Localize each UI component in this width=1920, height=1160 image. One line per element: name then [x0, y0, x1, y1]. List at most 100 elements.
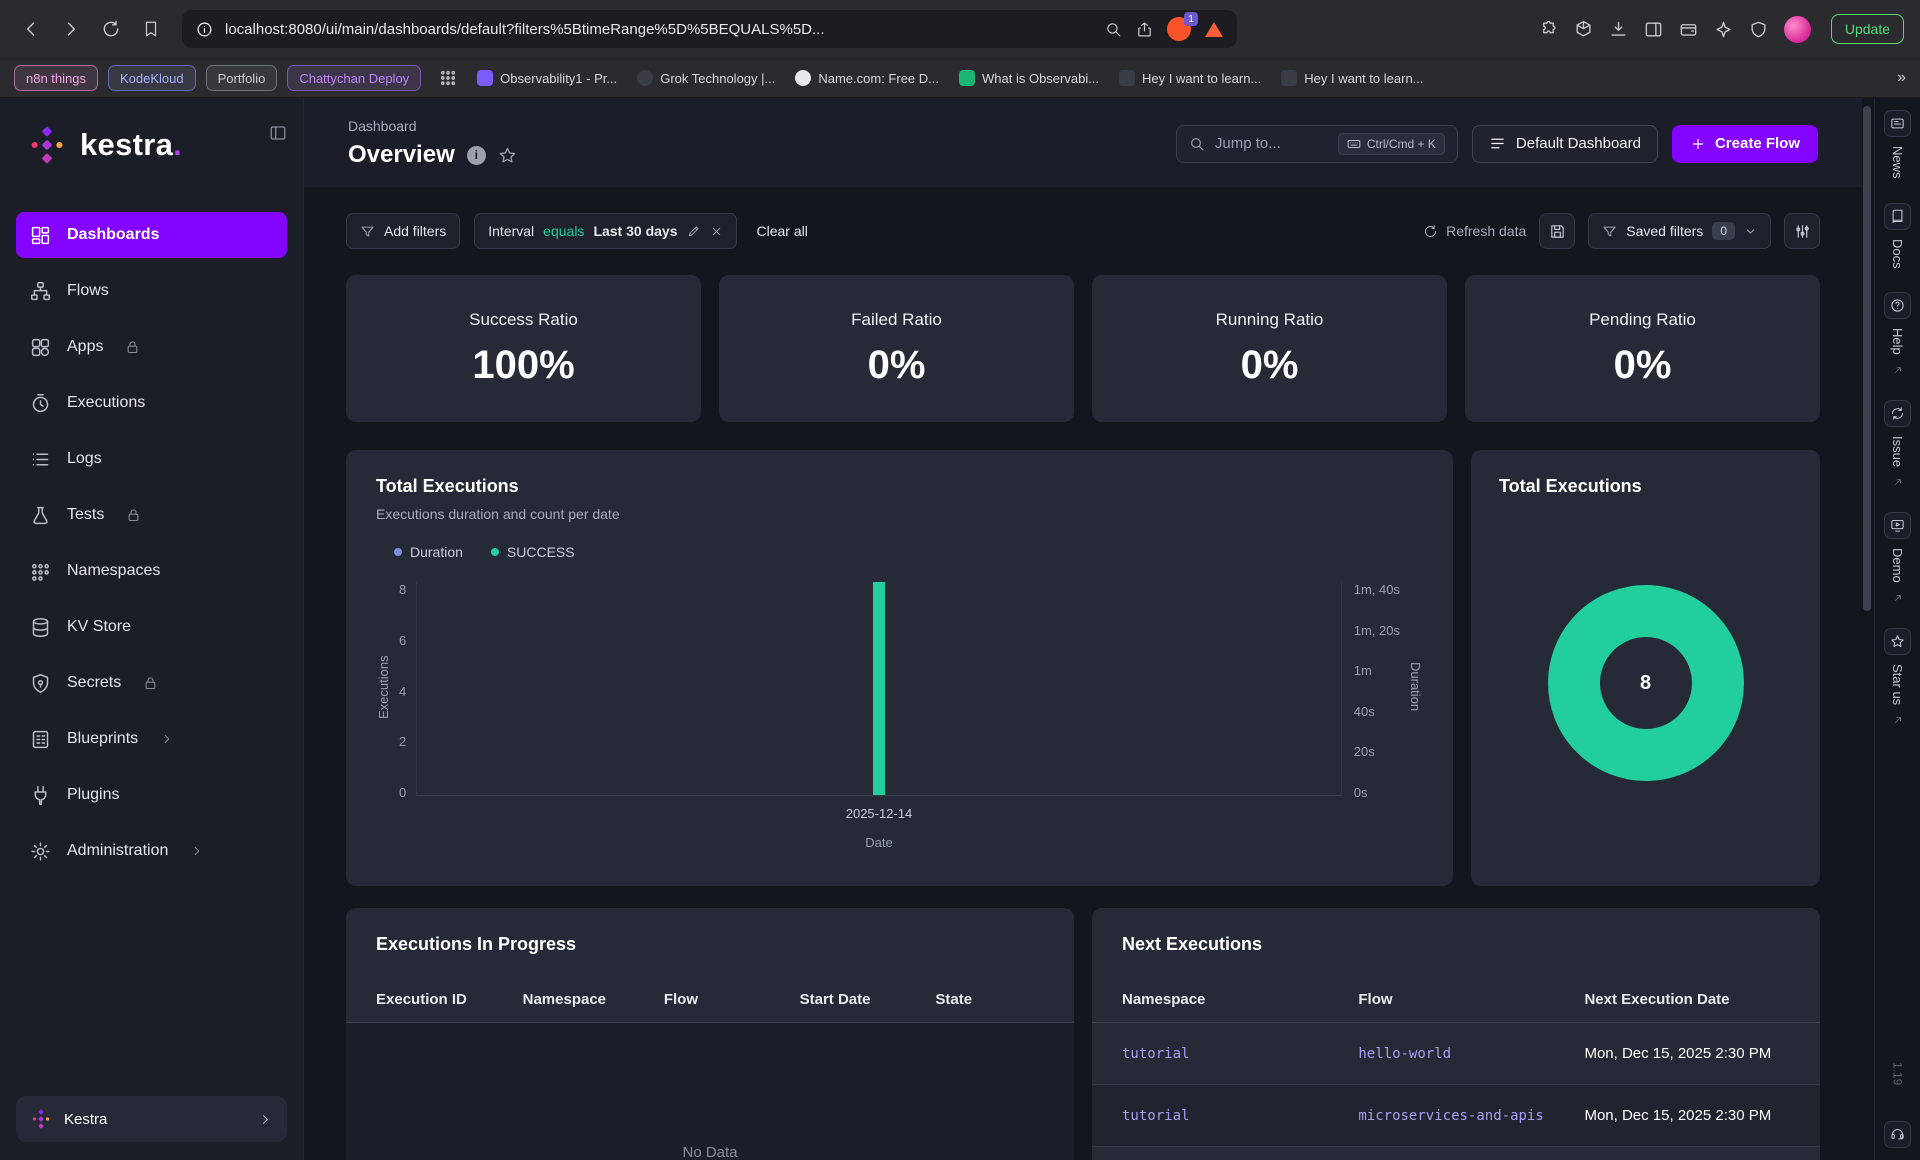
rail-item-help[interactable]: Help — [1884, 292, 1911, 376]
executions-donut[interactable]: 8 — [1548, 585, 1744, 781]
interval-filter-chip[interactable]: Interval equals Last 30 days — [474, 213, 736, 249]
extension-cube-icon[interactable] — [1574, 20, 1593, 39]
url-bar[interactable]: localhost:8080/ui/main/dashboards/defaul… — [182, 10, 1237, 48]
bookmark-item[interactable]: Hey I want to learn... — [1281, 70, 1423, 86]
flow-link[interactable]: hello-world — [1358, 1046, 1584, 1062]
bookmark-group-kodekloud[interactable]: KodeKloud — [108, 65, 196, 91]
tenant-label: Kestra — [64, 1111, 107, 1128]
sidebar-tenant-switcher[interactable]: Kestra — [16, 1096, 287, 1142]
favicon — [637, 70, 653, 86]
bookmarks-overflow-chevron[interactable]: » — [1897, 69, 1906, 87]
profile-avatar[interactable] — [1784, 16, 1811, 43]
sidebar-item-administration[interactable]: Administration — [16, 828, 287, 874]
donut-center-value: 8 — [1640, 672, 1651, 695]
sidebar-item-secrets[interactable]: Secrets — [16, 660, 287, 706]
namespace-link[interactable]: tutorial — [1122, 1046, 1358, 1062]
rail-item-star-us[interactable]: Star us — [1884, 628, 1911, 726]
sidebar-item-flows[interactable]: Flows — [16, 268, 287, 314]
sidebar-item-kvstore[interactable]: KV Store — [16, 604, 287, 650]
page-scrollbar[interactable] — [1862, 98, 1874, 1160]
default-dashboard-button[interactable]: Default Dashboard — [1472, 125, 1658, 163]
wallet-icon[interactable] — [1679, 20, 1698, 39]
docs-book-icon[interactable] — [1884, 203, 1911, 230]
rail-item-docs[interactable]: Docs — [1884, 203, 1911, 269]
sidebar-item-blueprints[interactable]: Blueprints — [16, 716, 287, 762]
shield-icon[interactable] — [1749, 20, 1768, 39]
downloads-icon[interactable] — [1609, 20, 1628, 39]
sidebar-item-logs[interactable]: Logs — [16, 436, 287, 482]
demo-play-icon[interactable] — [1884, 512, 1911, 539]
browser-update-button[interactable]: Update — [1831, 14, 1904, 44]
kpi-running-ratio: Running Ratio 0% — [1092, 275, 1447, 422]
save-dashboard-button[interactable] — [1539, 213, 1575, 249]
vercel-triangle-icon[interactable] — [1205, 22, 1223, 37]
create-flow-button[interactable]: Create Flow — [1672, 125, 1818, 163]
apps-grid-icon[interactable] — [439, 69, 457, 87]
kestra-logo-mark — [26, 124, 68, 166]
lock-icon — [126, 508, 141, 523]
scrollbar-thumb[interactable] — [1863, 106, 1871, 611]
add-filters-button[interactable]: Add filters — [346, 213, 460, 249]
table-row[interactable]: tutorial hello-world Mon, Dec 15, 2025 2… — [1092, 1023, 1820, 1085]
sidebar-collapse-icon[interactable] — [269, 124, 287, 142]
rail-item-news[interactable]: News — [1884, 110, 1911, 179]
sidebar-item-namespaces[interactable]: Namespaces — [16, 548, 287, 594]
share-icon[interactable] — [1136, 21, 1153, 38]
plot-area — [416, 582, 1342, 796]
rail-item-issue[interactable]: Issue — [1884, 400, 1911, 488]
bookmark-group-portfolio[interactable]: Portfolio — [206, 65, 278, 91]
bookmark-icon[interactable] — [136, 14, 166, 44]
star-icon[interactable] — [1884, 628, 1911, 655]
sidebar-item-executions[interactable]: Executions — [16, 380, 287, 426]
help-circle-icon[interactable] — [1884, 292, 1911, 319]
issue-sync-icon[interactable] — [1884, 400, 1911, 427]
sidebar-item-apps[interactable]: Apps — [16, 324, 287, 370]
logo-text: kestra — [80, 127, 173, 162]
external-link-icon — [1892, 592, 1904, 604]
version-label: 1.19 — [1891, 1062, 1905, 1085]
filter-bar: Add filters Interval equals Last 30 days… — [346, 213, 1820, 249]
saved-filters-button[interactable]: Saved filters 0 — [1588, 213, 1771, 249]
favicon — [1119, 70, 1135, 86]
search-icon[interactable] — [1105, 21, 1122, 38]
bookmark-item[interactable]: Name.com: Free D... — [795, 70, 939, 86]
extension-puzzle-icon[interactable] — [1539, 20, 1558, 39]
sidebar-panel-icon[interactable] — [1644, 20, 1663, 39]
back-button[interactable] — [16, 14, 46, 44]
jump-to-search[interactable]: Jump to... Ctrl/Cmd + K — [1176, 125, 1458, 163]
refresh-data-button[interactable]: Refresh data — [1423, 223, 1526, 239]
sidebar-item-tests[interactable]: Tests — [16, 492, 287, 538]
clear-all-button[interactable]: Clear all — [751, 222, 814, 240]
kestra-logo[interactable]: kestra. — [16, 122, 287, 166]
rail-item-demo[interactable]: Demo — [1884, 512, 1911, 604]
legend-duration[interactable]: Duration — [394, 544, 463, 560]
sidebar-item-dashboards[interactable]: Dashboards — [16, 212, 287, 258]
edit-pencil-icon[interactable] — [687, 224, 701, 238]
bookmark-item[interactable]: What is Observabi... — [959, 70, 1099, 86]
bookmark-item[interactable]: Hey I want to learn... — [1119, 70, 1261, 86]
flow-link[interactable]: microservices-and-apis — [1358, 1108, 1584, 1124]
sidebar-item-plugins[interactable]: Plugins — [16, 772, 287, 818]
success-bar[interactable] — [873, 582, 885, 795]
chart-settings-button[interactable] — [1784, 213, 1820, 249]
remove-filter-icon[interactable] — [710, 225, 723, 238]
news-icon[interactable] — [1884, 110, 1911, 137]
forward-button[interactable] — [56, 14, 86, 44]
brave-shield-icon[interactable]: 1 — [1167, 17, 1191, 41]
filter-funnel-icon — [360, 224, 375, 239]
namespace-link[interactable]: tutorial — [1122, 1108, 1358, 1124]
bookmark-group-n8n[interactable]: n8n things — [14, 65, 98, 91]
site-info-icon[interactable] — [196, 21, 213, 38]
executions-in-progress-card: Executions In Progress Execution ID Name… — [346, 908, 1074, 1160]
bookmark-item[interactable]: Observability1 - Pr... — [477, 70, 617, 86]
favorite-star-icon[interactable] — [498, 146, 517, 165]
legend-success[interactable]: SUCCESS — [491, 544, 575, 560]
support-icon[interactable] — [1884, 1121, 1911, 1148]
info-icon[interactable]: i — [467, 146, 486, 165]
table-row[interactable]: tutorial microservices-and-apis Mon, Dec… — [1092, 1085, 1820, 1147]
reload-button[interactable] — [96, 14, 126, 44]
bookmark-group-chattychan[interactable]: Chattychan Deploy — [287, 65, 421, 91]
rewards-sparkle-icon[interactable] — [1714, 20, 1733, 39]
bookmark-item[interactable]: Grok Technology |... — [637, 70, 775, 86]
breadcrumb[interactable]: Dashboard — [348, 118, 517, 134]
